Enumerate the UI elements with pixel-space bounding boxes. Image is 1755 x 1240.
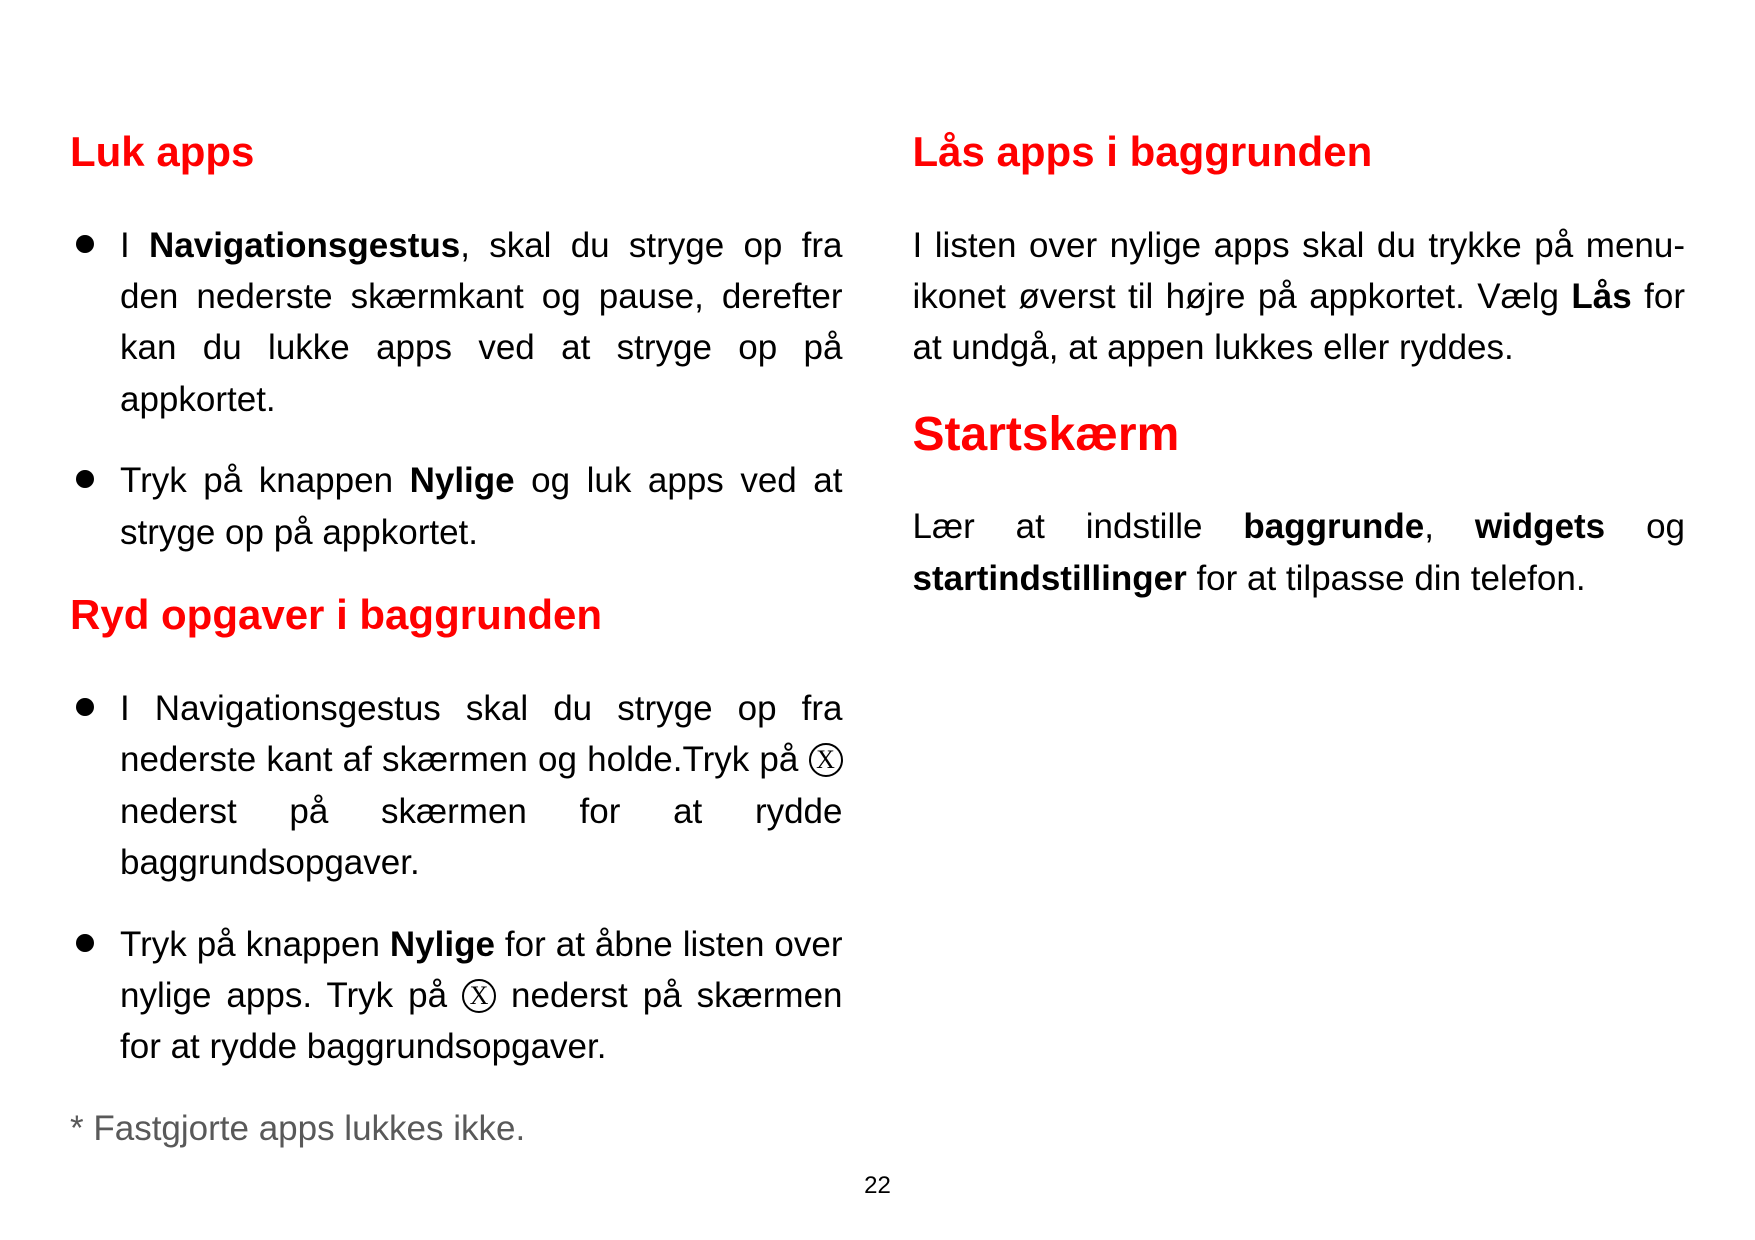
bold-text: Navigationsgestus [149, 226, 460, 265]
bold-text: startindstillinger [913, 559, 1187, 598]
footnote-text: * Fastgjorte apps lukkes ikke. [70, 1103, 843, 1154]
text: Tryk på knappen [120, 461, 410, 500]
bold-text: Nylige [390, 925, 495, 964]
paragraph: I listen over nylige apps skal du trykke… [913, 220, 1686, 374]
text: for at tilpasse din telefon. [1187, 559, 1586, 598]
heading-close-apps: Luk apps [70, 125, 843, 180]
list-item: I Navigationsgestus skal du stryge op fr… [70, 683, 843, 889]
bold-text: baggrunde [1243, 507, 1424, 546]
heading-lock-background: Lås apps i baggrunden [913, 125, 1686, 180]
page-number: 22 [0, 1172, 1755, 1200]
list-item: Tryk på knappen Nylige og luk apps ved a… [70, 455, 843, 558]
close-circle-icon: X [809, 743, 843, 777]
heading-clear-background: Ryd opgaver i baggrunden [70, 588, 843, 643]
close-circle-icon: X [462, 979, 496, 1013]
text: I [120, 226, 149, 265]
bold-text: Nylige [410, 461, 515, 500]
text: Tryk på knappen [120, 925, 390, 964]
list-item: Tryk på knappen Nylige for at åbne liste… [70, 919, 843, 1073]
text: I listen over nylige apps skal du trykke… [913, 226, 1686, 316]
text: og [1605, 507, 1685, 546]
text: I Navigationsgestus skal du stryge op fr… [120, 689, 843, 779]
paragraph: Lær at indstille baggrunde, widgets og s… [913, 501, 1686, 604]
list-item: I Navigationsgestus, skal du stryge op f… [70, 220, 843, 426]
page-content: Luk apps I Navigationsgestus, skal du st… [0, 0, 1755, 1240]
text: nederst på skærmen for at rydde baggrund… [120, 792, 843, 882]
heading-homescreen: Startskærm [913, 404, 1686, 466]
close-apps-list: I Navigationsgestus, skal du stryge op f… [70, 220, 843, 559]
clear-background-list: I Navigationsgestus skal du stryge op fr… [70, 683, 843, 1073]
text: , [1424, 507, 1475, 546]
bold-text: Lås [1571, 277, 1631, 316]
bold-text: widgets [1475, 507, 1605, 546]
text: Lær at indstille [913, 507, 1244, 546]
